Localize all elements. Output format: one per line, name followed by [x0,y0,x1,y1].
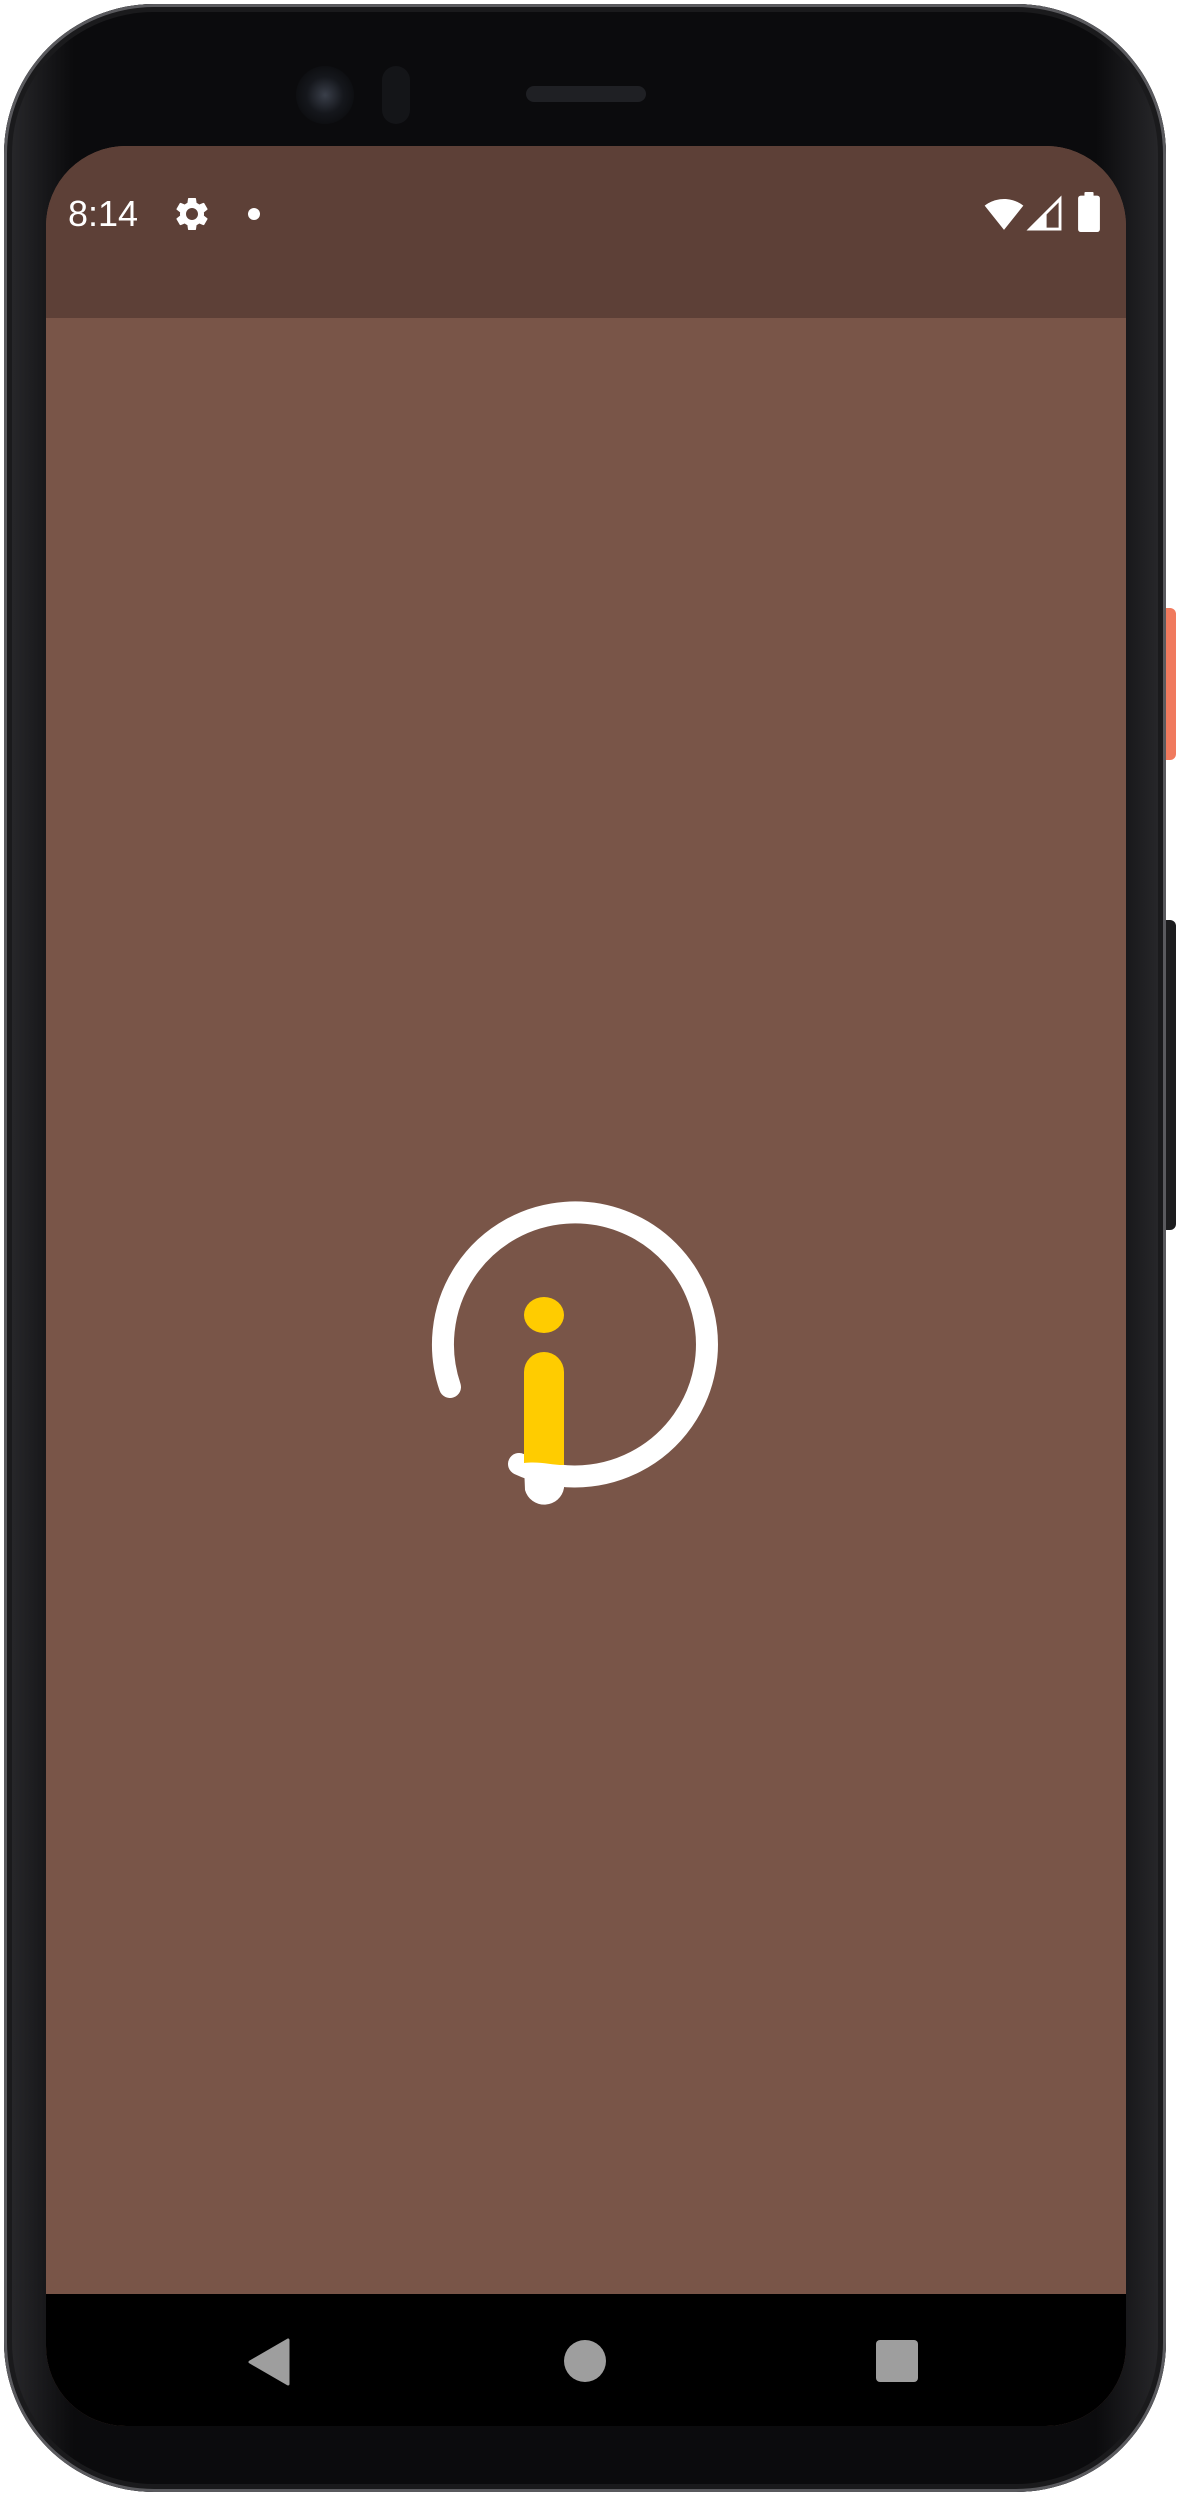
screen: 8:14 [46,146,1126,2426]
power-button[interactable] [1166,608,1176,760]
back-icon[interactable] [248,2338,292,2386]
proximity-sensor [382,66,410,124]
gear-icon [176,198,208,230]
status-bar: 8:14 [46,146,1126,318]
home-icon[interactable] [564,2340,606,2382]
notification-dot-icon [248,208,260,220]
recents-icon[interactable] [876,2340,918,2382]
device-frame: 8:14 [0,0,1178,2498]
cell-signal-icon [1026,195,1062,231]
navigation-bar [46,2294,1126,2426]
battery-icon [1078,192,1100,232]
earpiece-speaker [526,86,646,102]
front-camera [296,66,354,124]
status-time: 8:14 [68,193,139,234]
wifi-icon [984,199,1024,230]
splash-screen [46,318,1126,2294]
app-logo-i-icon [432,1201,718,1505]
volume-button[interactable] [1166,920,1176,1230]
